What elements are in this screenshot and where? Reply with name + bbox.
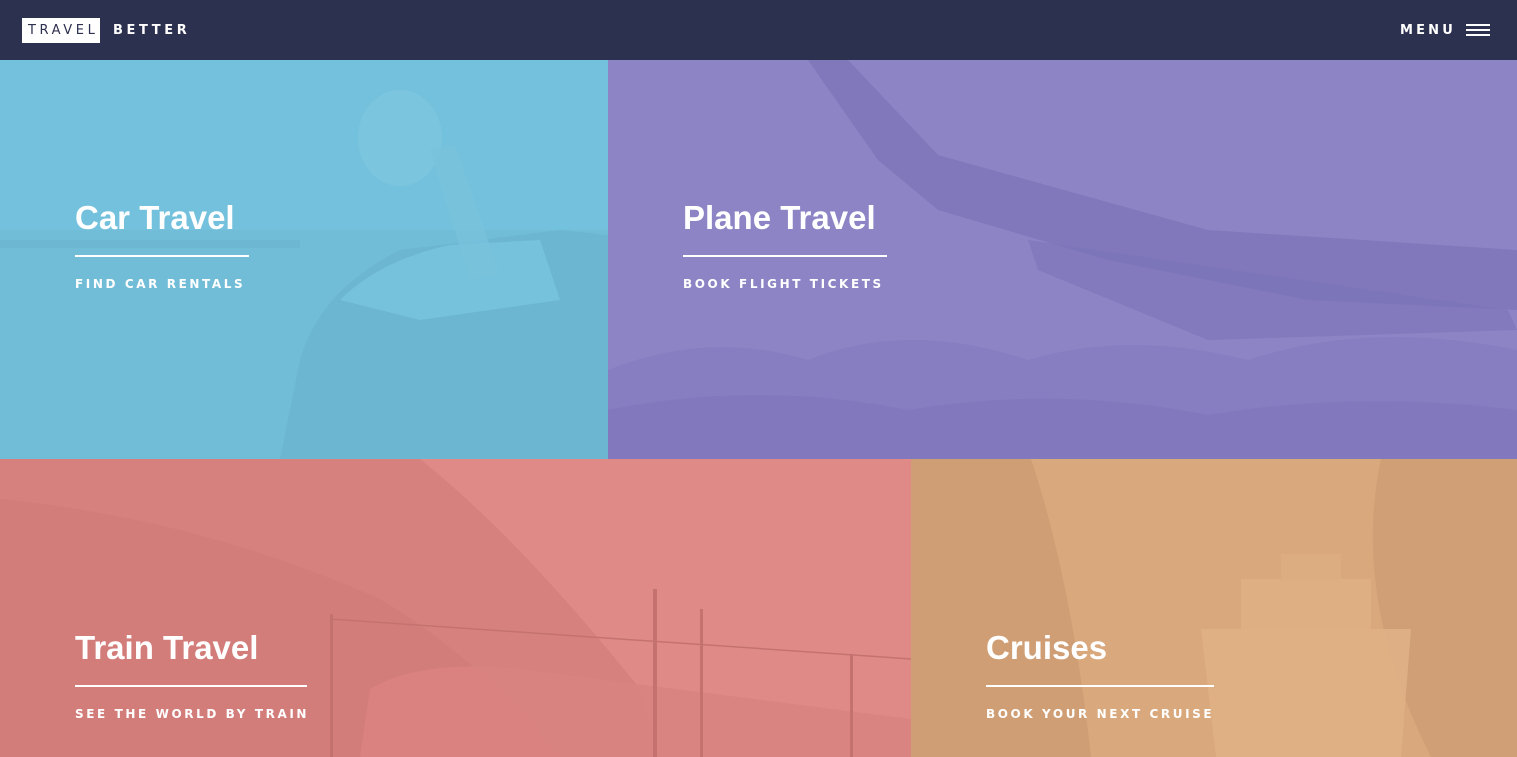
- menu-label: MENU: [1399, 22, 1456, 38]
- tile-plane-subtitle[interactable]: BOOK FLIGHT TICKETS: [683, 277, 887, 291]
- site-logo[interactable]: TRAVEL BETTER: [22, 18, 190, 43]
- top-bar: TRAVEL BETTER MENU: [0, 0, 1517, 60]
- tile-car-content: Car Travel FIND CAR RENTALS: [75, 198, 249, 291]
- hamburger-icon: [1466, 24, 1490, 36]
- tile-plane-content: Plane Travel BOOK FLIGHT TICKETS: [683, 198, 887, 291]
- menu-button[interactable]: MENU: [1400, 20, 1490, 40]
- tile-car-travel[interactable]: Car Travel FIND CAR RENTALS: [0, 60, 608, 459]
- tile-train-divider: [75, 685, 307, 687]
- tile-plane-divider: [683, 255, 887, 257]
- tile-cruise-content: Cruises BOOK YOUR NEXT CRUISE: [986, 628, 1214, 721]
- tile-car-divider: [75, 255, 249, 257]
- tile-cruise-divider: [986, 685, 1214, 687]
- tile-cruises[interactable]: Cruises BOOK YOUR NEXT CRUISE: [911, 459, 1517, 757]
- tile-cruise-subtitle[interactable]: BOOK YOUR NEXT CRUISE: [986, 707, 1214, 721]
- tile-train-content: Train Travel SEE THE WORLD BY TRAIN: [75, 628, 309, 721]
- tile-train-travel[interactable]: Train Travel SEE THE WORLD BY TRAIN: [0, 459, 911, 757]
- tile-car-title: Car Travel: [75, 199, 235, 236]
- tile-car-subtitle[interactable]: FIND CAR RENTALS: [75, 277, 249, 291]
- logo-box-text: TRAVEL: [22, 18, 100, 43]
- tile-cruise-title: Cruises: [986, 629, 1108, 666]
- logo-rest-text: BETTER: [113, 23, 191, 38]
- tile-plane-title: Plane Travel: [683, 199, 876, 236]
- tile-train-subtitle[interactable]: SEE THE WORLD BY TRAIN: [75, 707, 309, 721]
- tile-train-title: Train Travel: [75, 629, 259, 666]
- tile-plane-travel[interactable]: Plane Travel BOOK FLIGHT TICKETS: [608, 60, 1517, 459]
